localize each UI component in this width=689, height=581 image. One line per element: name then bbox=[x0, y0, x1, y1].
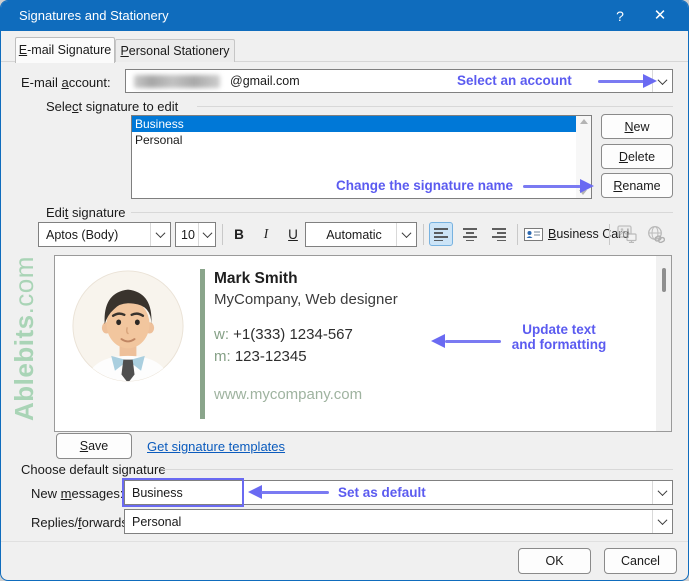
signatures-and-stationery-dialog: Signatures and Stationery ? ✕ E-mail Sig… bbox=[0, 0, 689, 581]
choose-default-label: Choose default signature bbox=[21, 462, 166, 477]
get-templates-link[interactable]: Get signature templates bbox=[147, 439, 285, 454]
business-card-icon bbox=[524, 228, 543, 241]
arrow-left-icon bbox=[431, 334, 445, 348]
tab-email-signature[interactable]: E-mail Signature bbox=[15, 37, 115, 63]
divider bbox=[131, 212, 673, 213]
divider bbox=[423, 224, 424, 245]
font-size-combobox[interactable]: 10 bbox=[175, 222, 216, 247]
tab-personal-stationery[interactable]: Personal Stationery bbox=[115, 39, 235, 62]
arrow-line bbox=[598, 80, 644, 83]
divider bbox=[1, 541, 688, 542]
email-account-domain: @gmail.com bbox=[230, 74, 300, 88]
signature-company: MyCompany, Web designer bbox=[214, 291, 398, 308]
list-item[interactable]: Personal bbox=[132, 132, 591, 148]
ablebits-watermark: Ablebits.com bbox=[9, 256, 39, 421]
business-card-button[interactable]: Business Card bbox=[524, 222, 629, 246]
redacted-username bbox=[134, 74, 220, 88]
annotation-select-account: Select an account bbox=[457, 73, 572, 88]
select-signature-label: Select signature to edit bbox=[46, 99, 179, 114]
chevron-down-icon[interactable] bbox=[198, 223, 215, 246]
list-item[interactable]: Business bbox=[132, 116, 591, 132]
close-icon[interactable]: ✕ bbox=[644, 1, 676, 31]
signature-editor[interactable]: Mark Smith MyCompany, Web designer w: +1… bbox=[54, 255, 672, 432]
editor-scrollbar[interactable] bbox=[656, 256, 671, 431]
align-left-icon bbox=[434, 228, 448, 241]
signature-website: www.mycompany.com bbox=[214, 386, 363, 403]
divider bbox=[197, 106, 673, 107]
signature-divider-bar bbox=[200, 269, 205, 419]
new-messages-label: New messages: bbox=[31, 486, 124, 501]
divider bbox=[517, 224, 518, 245]
insert-picture-button[interactable] bbox=[615, 222, 639, 246]
arrow-line bbox=[445, 340, 501, 343]
edit-signature-label: Edit signature bbox=[46, 205, 126, 220]
delete-button[interactable]: Delete bbox=[601, 144, 673, 169]
scroll-up-icon[interactable] bbox=[579, 119, 588, 124]
rename-button[interactable]: Rename bbox=[601, 173, 673, 198]
title-bar: Signatures and Stationery ? ✕ bbox=[1, 1, 688, 31]
bold-button[interactable]: B bbox=[227, 222, 251, 246]
email-account-combobox[interactable]: @gmail.com bbox=[125, 69, 673, 93]
chevron-down-icon[interactable] bbox=[652, 510, 672, 533]
replies-forwards-label: Replies/forwards: bbox=[31, 515, 132, 530]
cancel-button[interactable]: Cancel bbox=[604, 548, 677, 574]
align-right-icon bbox=[492, 228, 506, 241]
arrow-line bbox=[523, 185, 581, 188]
align-center-icon bbox=[463, 228, 477, 241]
annotation-highlight-box bbox=[122, 478, 244, 507]
annotation-set-default: Set as default bbox=[338, 485, 426, 500]
save-button[interactable]: Save bbox=[56, 433, 132, 459]
annotation-update-text: Update text and formatting bbox=[511, 322, 607, 352]
divider bbox=[609, 224, 610, 245]
align-center-button[interactable] bbox=[458, 222, 482, 246]
new-button[interactable]: New bbox=[601, 114, 673, 139]
italic-button[interactable]: I bbox=[254, 222, 278, 246]
signature-text-block: Mark Smith MyCompany, Web designer w: +1… bbox=[214, 268, 398, 403]
insert-hyperlink-icon bbox=[647, 226, 665, 243]
font-name-combobox[interactable]: Aptos (Body) bbox=[38, 222, 171, 247]
ok-button[interactable]: OK bbox=[518, 548, 591, 574]
chevron-down-icon[interactable] bbox=[652, 481, 672, 504]
insert-hyperlink-button[interactable] bbox=[643, 222, 667, 246]
arrow-right-icon bbox=[643, 74, 657, 88]
help-icon[interactable]: ? bbox=[604, 1, 636, 31]
align-left-button[interactable] bbox=[429, 222, 453, 246]
replies-forwards-combobox[interactable]: Personal bbox=[124, 509, 673, 534]
annotation-change-name: Change the signature name bbox=[336, 178, 514, 193]
signature-work-phone: w: +1(333) 1234-567 bbox=[214, 326, 353, 343]
insert-picture-icon bbox=[617, 225, 637, 243]
arrow-line bbox=[261, 491, 329, 494]
chevron-down-icon[interactable] bbox=[150, 223, 170, 246]
signature-mobile-phone: m: 123-12345 bbox=[214, 348, 307, 365]
scrollbar-thumb[interactable] bbox=[662, 268, 666, 292]
signature-name: Mark Smith bbox=[214, 270, 298, 287]
avatar bbox=[72, 270, 184, 382]
chevron-down-icon[interactable] bbox=[396, 223, 416, 246]
dialog-title: Signatures and Stationery bbox=[19, 8, 169, 23]
email-account-label: E-mail account: bbox=[21, 75, 111, 90]
underline-button[interactable]: U bbox=[281, 222, 305, 246]
divider bbox=[163, 469, 673, 470]
arrow-left-icon bbox=[248, 485, 262, 499]
font-color-combobox[interactable]: Automatic bbox=[305, 222, 417, 247]
align-right-button[interactable] bbox=[487, 222, 511, 246]
divider bbox=[222, 224, 223, 245]
arrow-right-icon bbox=[580, 179, 594, 193]
